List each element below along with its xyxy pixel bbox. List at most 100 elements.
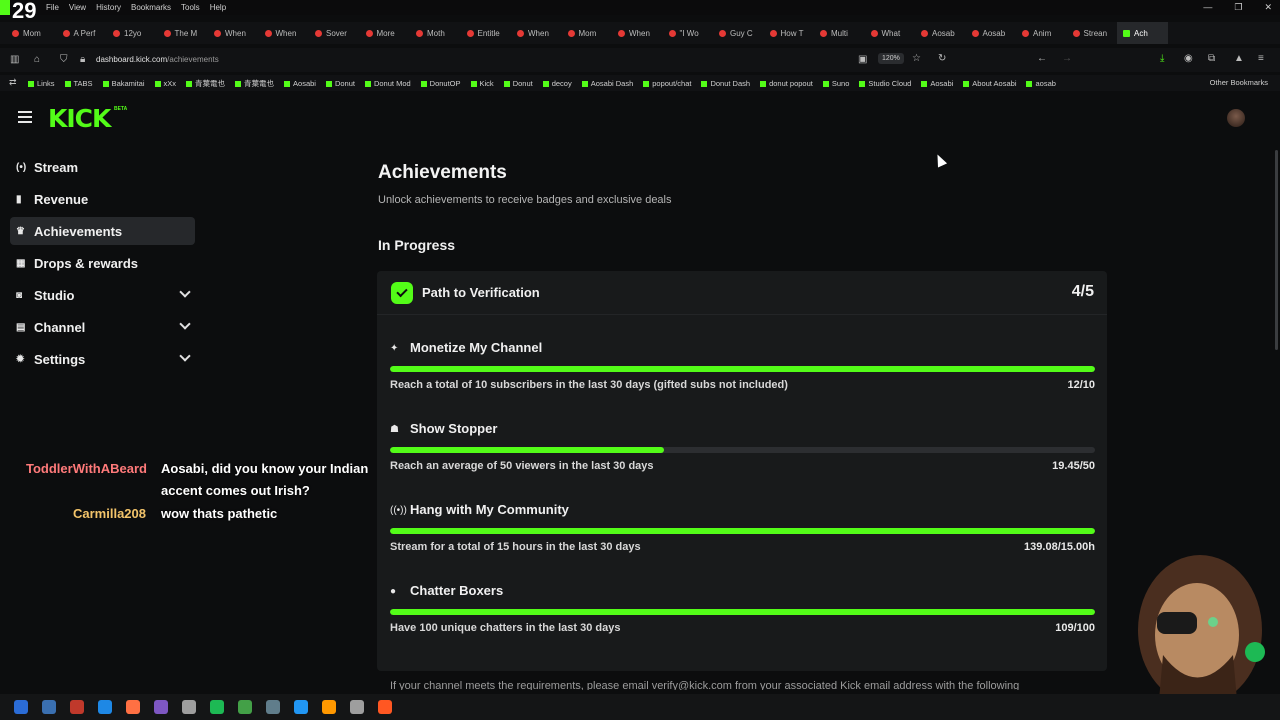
bookmark-item[interactable]: 青葉電也: [235, 78, 274, 89]
sidebar-item-channel[interactable]: ▤ Channel: [10, 313, 195, 341]
bookmark-item[interactable]: Donut Dash: [701, 79, 750, 88]
page-scrollbar[interactable]: [1275, 150, 1278, 350]
browser-tab[interactable]: What: [865, 22, 916, 44]
menu-file[interactable]: File: [46, 3, 59, 12]
browser-tab[interactable]: More: [360, 22, 411, 44]
app-icon[interactable]: [70, 700, 84, 714]
chevron-down-icon[interactable]: [179, 318, 191, 330]
browser-tab[interactable]: Entitle: [461, 22, 512, 44]
bookmark-item[interactable]: Donut Mod: [365, 79, 411, 88]
spotify-icon[interactable]: [210, 700, 224, 714]
extension-badge-icon[interactable]: ▲: [1234, 53, 1244, 64]
bookmark-item[interactable]: Kick: [471, 79, 494, 88]
bookmark-item[interactable]: About Aosabi: [963, 79, 1016, 88]
achievement-card-header[interactable]: Path to Verification 4/5: [377, 271, 1107, 315]
browser-tab[interactable]: A Perf: [57, 22, 108, 44]
steam-icon[interactable]: [294, 700, 308, 714]
sidebar-item-achievements[interactable]: ♛ Achievements: [10, 217, 195, 245]
browser-tab[interactable]: Strean: [1067, 22, 1118, 44]
browser-tab[interactable]: When: [612, 22, 663, 44]
bookmarks-toggle-icon[interactable]: ⇄: [9, 77, 17, 88]
firefox-icon[interactable]: [126, 700, 140, 714]
bookmark-item[interactable]: Aosabi Dash: [582, 79, 634, 88]
star-icon[interactable]: ☆: [912, 53, 921, 64]
back-icon[interactable]: ←: [1037, 53, 1047, 64]
menu-view[interactable]: View: [69, 3, 86, 12]
bookmark-item[interactable]: xXx: [155, 79, 177, 88]
bookmark-item[interactable]: Aosabi: [921, 79, 953, 88]
forward-icon[interactable]: →: [1062, 53, 1072, 64]
messenger-icon[interactable]: [154, 700, 168, 714]
search-icon[interactable]: [378, 700, 392, 714]
sidebar-item-drops-rewards[interactable]: ▦ Drops & rewards: [10, 249, 195, 277]
browser-tab[interactable]: Moth: [410, 22, 461, 44]
browser-tab[interactable]: When: [208, 22, 259, 44]
chevron-down-icon[interactable]: [179, 286, 191, 298]
bookmark-item[interactable]: Donut: [504, 79, 533, 88]
download-icon[interactable]: ⤓: [1160, 53, 1164, 64]
browser-tab[interactable]: Anim: [1016, 22, 1067, 44]
browser-tab[interactable]: Multi: [814, 22, 865, 44]
notes-icon[interactable]: [238, 700, 252, 714]
browser-tab[interactable]: Sover: [309, 22, 360, 44]
browser-tab[interactable]: Mom: [562, 22, 613, 44]
bookmark-item[interactable]: 青葉電也: [186, 78, 225, 89]
reader-view-icon[interactable]: ▣: [858, 54, 867, 65]
bookmark-item[interactable]: Studio Cloud: [859, 79, 911, 88]
extensions-icon[interactable]: ⧉: [1208, 53, 1215, 64]
browser-tab[interactable]: Aosab: [915, 22, 966, 44]
bookmark-item[interactable]: aosab: [1026, 79, 1055, 88]
reload-icon[interactable]: ↻: [938, 53, 946, 64]
browser-tab[interactable]: How T: [764, 22, 815, 44]
kick-logo[interactable]: KICK: [48, 104, 111, 133]
bookmark-item[interactable]: Bakamitai: [103, 79, 145, 88]
app-icon[interactable]: [266, 700, 280, 714]
sidebar-item-settings[interactable]: ✹ Settings: [10, 345, 195, 373]
app-icon[interactable]: [350, 700, 364, 714]
app-icon[interactable]: [182, 700, 196, 714]
bookmark-item[interactable]: popout/chat: [643, 79, 691, 88]
hamburger-menu-icon[interactable]: [18, 111, 32, 123]
telegram-icon[interactable]: [98, 700, 112, 714]
start-icon[interactable]: [14, 700, 28, 714]
file-explorer-icon[interactable]: [42, 700, 56, 714]
bookmark-item[interactable]: Links: [28, 79, 55, 88]
minimize-icon[interactable]: —: [1203, 2, 1212, 13]
bookmark-item[interactable]: TABS: [65, 79, 93, 88]
zoom-level[interactable]: 120%: [878, 53, 904, 64]
browser-tab[interactable]: The M: [158, 22, 209, 44]
bookmark-item[interactable]: donut popout: [760, 79, 813, 88]
bookmark-item[interactable]: Donut: [326, 79, 355, 88]
menu-help[interactable]: Help: [210, 3, 226, 12]
sidebar-item-stream[interactable]: (•) Stream: [10, 153, 195, 181]
bookmark-item[interactable]: DonutOP: [421, 79, 461, 88]
browser-tab[interactable]: When: [511, 22, 562, 44]
browser-tab[interactable]: "I Wo: [663, 22, 714, 44]
browser-tab[interactable]: 12yo: [107, 22, 158, 44]
browser-tab[interactable]: Ach: [1117, 22, 1168, 44]
vlc-icon[interactable]: [322, 700, 336, 714]
menu-bookmarks[interactable]: Bookmarks: [131, 3, 171, 12]
maximize-icon[interactable]: ❐: [1234, 2, 1242, 13]
menu-history[interactable]: History: [96, 3, 121, 12]
app-menu-icon[interactable]: ≡: [1258, 53, 1264, 64]
avatar[interactable]: [1227, 109, 1245, 127]
sidebar-item-revenue[interactable]: ▮ Revenue: [10, 185, 195, 213]
other-bookmarks[interactable]: Other Bookmarks: [1210, 78, 1268, 87]
bookmark-item[interactable]: decoy: [543, 79, 572, 88]
chevron-down-icon[interactable]: [179, 350, 191, 362]
bookmark-item[interactable]: Aosabi: [284, 79, 316, 88]
url-field[interactable]: dashboard.kick.com/achievements: [96, 55, 219, 64]
close-window-icon[interactable]: ✕: [1264, 2, 1272, 13]
browser-tab[interactable]: Mom: [6, 22, 57, 44]
sidebar-toggle-icon[interactable]: ▥: [10, 54, 19, 65]
browser-tab[interactable]: Guy C: [713, 22, 764, 44]
account-icon[interactable]: ◉: [1184, 53, 1193, 64]
shield-icon[interactable]: ⛉: [60, 54, 68, 65]
browser-tab[interactable]: Aosab: [966, 22, 1017, 44]
sidebar-item-studio[interactable]: ◙ Studio: [10, 281, 195, 309]
home-icon[interactable]: ⌂: [34, 54, 40, 65]
menu-tools[interactable]: Tools: [181, 3, 200, 12]
browser-tab[interactable]: When: [259, 22, 310, 44]
bookmark-item[interactable]: Suno: [823, 79, 850, 88]
